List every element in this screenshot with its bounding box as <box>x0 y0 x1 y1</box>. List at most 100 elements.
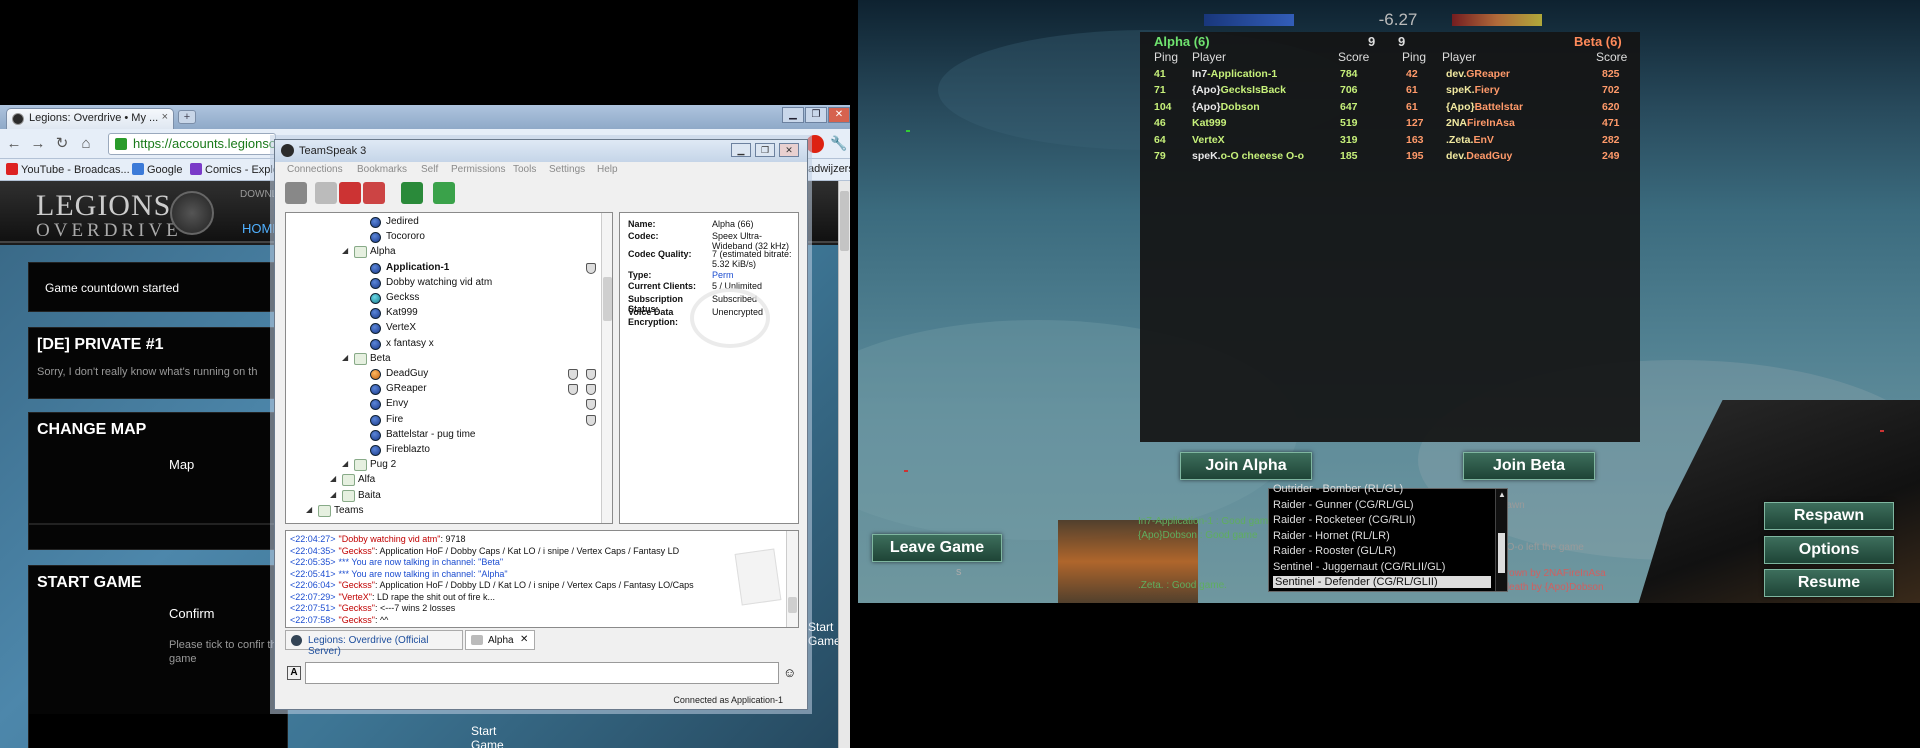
tab-alpha[interactable]: Alpha ✕ <box>465 630 535 650</box>
nav-download[interactable]: DOWNL <box>240 189 277 200</box>
page-scrollbar[interactable] <box>838 181 850 748</box>
shield-icon <box>568 384 578 396</box>
client-status-icon <box>370 293 381 304</box>
chat-scroll-thumb[interactable] <box>788 597 797 613</box>
tab-alpha-close-icon[interactable]: ✕ <box>520 634 528 645</box>
mute-speakers-icon[interactable] <box>363 182 385 204</box>
tree-row-label: x fantasy x <box>386 337 434 349</box>
chat-time: <22:04:35> <box>290 545 336 556</box>
maximize-button[interactable]: ❐ <box>805 107 827 123</box>
menu-permissions[interactable]: Permissions <box>451 164 505 175</box>
player-name: Dobson <box>1220 100 1260 113</box>
connect-icon[interactable] <box>285 182 307 204</box>
home-icon[interactable]: ⌂ <box>76 134 96 154</box>
class-option[interactable]: Raider - Rooster (GL/LR) <box>1273 545 1396 557</box>
expand-icon[interactable]: ◢ <box>342 246 348 255</box>
menu-help[interactable]: Help <box>597 164 618 175</box>
forward-icon[interactable]: → <box>28 134 48 154</box>
bookmark-google[interactable]: Google <box>132 163 182 176</box>
close-window-button[interactable]: ✕ <box>828 107 850 123</box>
away-icon[interactable] <box>401 182 423 204</box>
menu-connections[interactable]: Connections <box>287 164 343 175</box>
info-key: Voice Data Encryption: <box>628 307 679 327</box>
ts-close-button[interactable]: ✕ <box>779 143 799 157</box>
hud-marker <box>904 470 908 472</box>
back-icon[interactable]: ← <box>4 134 24 154</box>
tree-scrollbar[interactable] <box>601 213 612 523</box>
mute-mic-icon[interactable] <box>339 182 361 204</box>
class-option[interactable]: Sentinel - Juggernaut (CG/RLII/GL) <box>1273 561 1445 573</box>
respawn-button[interactable]: Respawn <box>1764 502 1894 530</box>
chat-time: <22:07:58> <box>290 614 336 625</box>
address-bar[interactable]: https://accounts.legionsovei <box>108 133 276 155</box>
emoticon-icon[interactable]: ☺ <box>783 665 796 680</box>
ts-minimize-button[interactable]: ▁ <box>731 143 751 157</box>
join-alpha-button[interactable]: Join Alpha <box>1180 452 1312 480</box>
beta-col-score: Score <box>1596 50 1628 64</box>
channel-icon <box>354 459 367 472</box>
expand-icon[interactable]: ◢ <box>342 353 348 362</box>
menu-settings[interactable]: Settings <box>549 164 585 175</box>
teamspeak-watermark-icon <box>690 288 770 348</box>
class-option[interactable]: Raider - Rocketeer (CG/RLII) <box>1273 514 1415 526</box>
chat-sender: "Geckss" <box>338 614 375 625</box>
bookmark-comics[interactable]: Comics - Explo <box>190 163 279 176</box>
chat-input[interactable] <box>305 662 779 684</box>
expand-icon[interactable]: ◢ <box>330 474 336 483</box>
class-option[interactable]: Raider - Hornet (RL/LR) <box>1273 530 1390 542</box>
menu-self[interactable]: Self <box>421 164 438 175</box>
tick-hint: Please tick to confir the game <box>169 639 283 665</box>
scroll-up-icon[interactable]: ▲ <box>1498 490 1506 499</box>
start-game-button[interactable]: Start Game <box>29 714 504 748</box>
expand-icon[interactable]: ◢ <box>306 505 312 514</box>
menu-tools[interactable]: Tools <box>513 164 536 175</box>
wrench-icon[interactable]: 🔧 <box>830 135 847 152</box>
chat-scrollbar[interactable] <box>786 531 798 627</box>
menu-bookmarks[interactable]: Bookmarks <box>357 164 407 175</box>
chat-message: : Application HoF / Dobby LD / Kat LO / … <box>374 580 694 590</box>
site-logo[interactable]: LEGIONS OVERDRIVE <box>36 191 182 241</box>
minimize-button[interactable]: ▁ <box>782 107 804 123</box>
scroll-thumb[interactable] <box>840 191 849 251</box>
player-name: Fiery <box>1474 84 1500 97</box>
player-name: EnV <box>1473 133 1494 146</box>
client-status-icon <box>370 262 381 274</box>
join-beta-button[interactable]: Join Beta <box>1463 452 1595 480</box>
class-selector[interactable]: Outrider - Bomber (RL/GL) Raider - Gunner… <box>1268 483 1508 592</box>
class-scrollbar[interactable]: ▲ <box>1495 489 1507 591</box>
shield-icon <box>586 369 596 380</box>
class-option[interactable]: Sentinel - Defender (CG/RL/GLII) <box>1273 576 1491 588</box>
server-icon <box>291 635 302 646</box>
expand-icon[interactable]: ◢ <box>330 490 336 499</box>
bookmark-icon[interactable] <box>315 182 337 204</box>
activate-icon[interactable] <box>433 182 455 204</box>
player-name: FireInAsa <box>1467 117 1515 130</box>
text-format-icon[interactable]: A <box>287 666 301 680</box>
tree-scroll-thumb[interactable] <box>603 277 612 321</box>
resume-button[interactable]: Resume <box>1764 569 1894 597</box>
tree-row-label: Dobby watching vid atm <box>386 276 493 288</box>
opera-extension-icon[interactable] <box>806 135 824 153</box>
browser-tab[interactable]: Legions: Overdrive • My ... × <box>6 108 174 129</box>
score-player: Kat999 <box>1192 117 1226 129</box>
class-scroll-thumb[interactable] <box>1498 533 1505 573</box>
score-player: speK.Fiery <box>1446 84 1500 96</box>
score-player: .Zeta.EnV <box>1446 134 1494 146</box>
class-option[interactable]: Outrider - Bomber (RL/GL) <box>1273 483 1403 495</box>
player-tag: {Apo} <box>1192 100 1221 113</box>
options-button[interactable]: Options <box>1764 536 1894 564</box>
class-option[interactable]: Raider - Gunner (CG/RL/GL) <box>1273 499 1414 511</box>
ts-maximize-button[interactable]: ❐ <box>755 143 775 157</box>
reload-icon[interactable]: ↻ <box>52 134 72 154</box>
tab-server[interactable]: Legions: Overdrive (Official Server) <box>285 630 463 657</box>
tab-close-icon[interactable]: × <box>162 111 168 123</box>
shield-icon <box>586 399 596 411</box>
leave-game-button[interactable]: Leave Game <box>872 534 1002 562</box>
bookmark-other[interactable]: adwijzers <box>808 163 850 175</box>
new-tab-button[interactable]: + <box>178 110 196 124</box>
client-status-icon <box>370 217 381 228</box>
server-title: [DE] PRIVATE #1 <box>37 336 164 353</box>
bookmark-youtube[interactable]: YouTube - Broadcas... <box>6 163 130 176</box>
expand-icon[interactable]: ◢ <box>342 459 348 468</box>
comics-icon <box>190 163 202 175</box>
